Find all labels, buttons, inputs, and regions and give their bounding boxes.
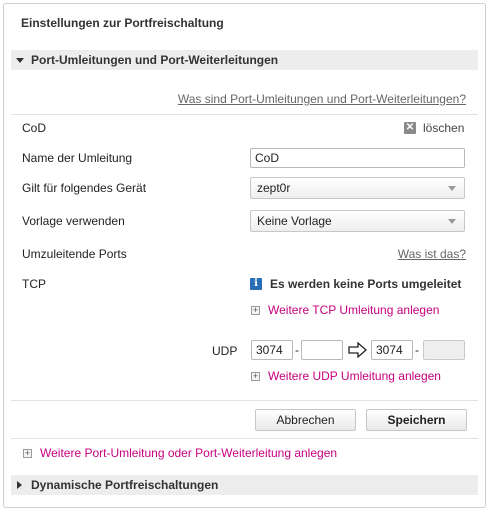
template-select-value: Keine Vorlage bbox=[257, 214, 332, 228]
plus-icon: + bbox=[23, 448, 32, 458]
udp-to-start-input[interactable] bbox=[371, 340, 413, 360]
plus-icon: + bbox=[251, 371, 260, 381]
section-header-dynamic[interactable]: Dynamische Portfreischaltungen bbox=[11, 475, 478, 495]
divider bbox=[11, 400, 478, 401]
chevron-down-icon bbox=[448, 186, 456, 191]
range-dash: - bbox=[295, 343, 299, 357]
udp-from-start-input[interactable] bbox=[251, 340, 293, 360]
udp-label: UDP bbox=[212, 344, 238, 358]
add-tcp-label: Weitere TCP Umleitung anlegen bbox=[268, 303, 440, 317]
add-rule-label: Weitere Port-Umleitung oder Port-Weiterl… bbox=[40, 446, 338, 460]
ports-help-link[interactable]: Was ist das? bbox=[398, 247, 466, 261]
device-label: Gilt für folgendes Gerät bbox=[22, 181, 147, 195]
template-select[interactable]: Keine Vorlage bbox=[250, 210, 465, 232]
name-label: Name der Umleitung bbox=[22, 151, 133, 165]
udp-from-end-input[interactable] bbox=[301, 340, 343, 360]
collapse-arrow-icon bbox=[16, 58, 24, 63]
plus-icon: + bbox=[251, 305, 260, 315]
delete-label: löschen bbox=[423, 121, 465, 135]
add-udp-label: Weitere UDP Umleitung anlegen bbox=[268, 369, 441, 383]
add-tcp-button[interactable]: + Weitere TCP Umleitung anlegen bbox=[251, 303, 451, 317]
divider bbox=[11, 114, 478, 115]
arrow-right-icon bbox=[348, 342, 367, 358]
chevron-down-icon bbox=[448, 219, 456, 224]
section-title: Port-Umleitungen und Port-Weiterleitunge… bbox=[31, 53, 279, 67]
section-title: Dynamische Portfreischaltungen bbox=[31, 478, 219, 492]
range-dash: - bbox=[415, 343, 419, 357]
add-rule-button[interactable]: + Weitere Port-Umleitung oder Port-Weite… bbox=[23, 446, 363, 460]
udp-to-end-input[interactable] bbox=[423, 340, 465, 360]
cancel-button[interactable]: Abbrechen bbox=[255, 409, 356, 431]
template-label: Vorlage verwenden bbox=[22, 214, 125, 228]
info-icon: i bbox=[250, 278, 262, 290]
rule-name-heading: CoD bbox=[22, 121, 47, 135]
tcp-info-text: Es werden keine Ports umgeleitet bbox=[270, 277, 462, 291]
device-select-value: zept0r bbox=[257, 181, 291, 195]
ports-label: Umzuleitende Ports bbox=[22, 247, 127, 261]
save-button[interactable]: Speichern bbox=[366, 409, 467, 431]
divider bbox=[11, 438, 478, 439]
name-input[interactable] bbox=[250, 148, 465, 168]
tcp-label: TCP bbox=[22, 277, 46, 291]
section-header-port-forwarding[interactable]: Port-Umleitungen und Port-Weiterleitunge… bbox=[11, 50, 478, 70]
expand-arrow-icon bbox=[17, 481, 22, 489]
add-udp-button[interactable]: + Weitere UDP Umleitung anlegen bbox=[251, 369, 451, 383]
help-link-port-forwarding[interactable]: Was sind Port-Umleitungen und Port-Weite… bbox=[178, 92, 466, 106]
device-select[interactable]: zept0r bbox=[250, 177, 465, 199]
delete-icon: ✕ bbox=[404, 122, 416, 134]
page-title: Einstellungen zur Portfreischaltung bbox=[21, 16, 224, 30]
